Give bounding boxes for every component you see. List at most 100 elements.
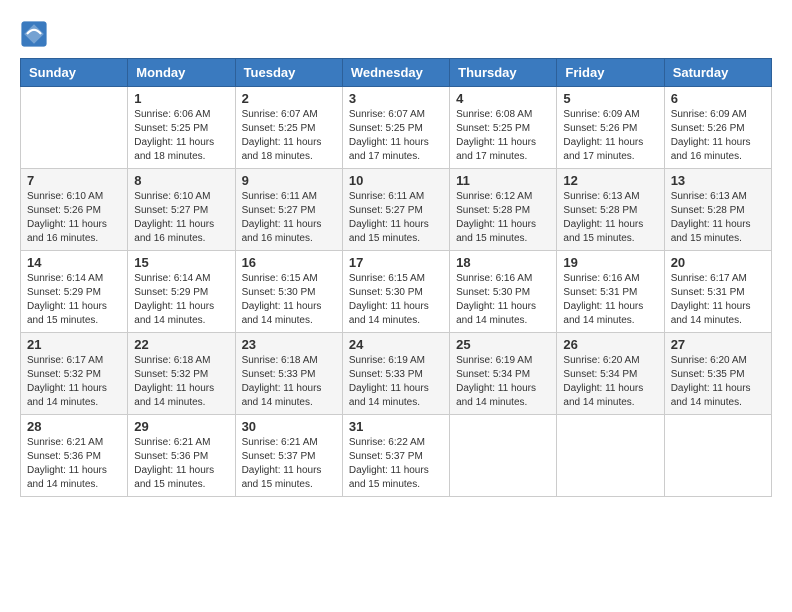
day-number: 31 (349, 419, 443, 434)
calendar-cell: 24Sunrise: 6:19 AMSunset: 5:33 PMDayligh… (342, 333, 449, 415)
calendar-cell: 28 Sunrise: 6:21 AMSunset: 5:36 PMDayligh… (21, 415, 128, 497)
day-number: 22 (134, 337, 228, 352)
page-header (20, 20, 772, 48)
day-number: 9 (242, 173, 336, 188)
day-number: 29 (134, 419, 228, 434)
day-detail: Sunrise: 6:16 AMSunset: 5:31 PMDaylight:… (563, 272, 657, 328)
day-number: 15 (134, 255, 228, 270)
day-header-wednesday: Wednesday (342, 59, 449, 87)
day-detail: Sunrise: 6:16 AMSunset: 5:30 PMDaylight:… (456, 272, 550, 328)
day-detail: Sunrise: 6:17 AMSunset: 5:32 PMDaylight:… (27, 354, 121, 410)
calendar-cell: 22 Sunrise: 6:18 AMSunset: 5:32 PMDayligh… (128, 333, 235, 415)
day-number: 3 (349, 91, 443, 106)
day-number: 4 (456, 91, 550, 106)
calendar-cell: 26Sunrise: 6:20 AMSunset: 5:34 PMDayligh… (557, 333, 664, 415)
day-number: 21 (27, 337, 121, 352)
calendar-table: SundayMondayTuesdayWednesdayThursdayFrid… (20, 58, 772, 497)
day-detail: Sunrise: 6:13 AMSunset: 5:28 PMDaylight:… (563, 190, 657, 246)
day-detail: Sunrise: 6:07 AMSunset: 5:25 PMDaylight:… (242, 108, 336, 164)
day-number: 13 (671, 173, 765, 188)
day-number: 20 (671, 255, 765, 270)
day-number: 5 (563, 91, 657, 106)
day-number: 14 (27, 255, 121, 270)
day-detail: Sunrise: 6:21 AMSunset: 5:36 PMDaylight:… (134, 436, 228, 492)
calendar-cell (664, 415, 771, 497)
calendar-cell: 11 Sunrise: 6:12 AMSunset: 5:28 PMDayligh… (450, 169, 557, 251)
day-detail: Sunrise: 6:17 AMSunset: 5:31 PMDaylight:… (671, 272, 765, 328)
day-number: 28 (27, 419, 121, 434)
calendar-body: 1 Sunrise: 6:06 AMSunset: 5:25 PMDaylight… (21, 87, 772, 497)
calendar-cell (21, 87, 128, 169)
day-number: 27 (671, 337, 765, 352)
day-detail: Sunrise: 6:11 AMSunset: 5:27 PMDaylight:… (242, 190, 336, 246)
day-detail: Sunrise: 6:22 AMSunset: 5:37 PMDaylight:… (349, 436, 443, 492)
day-number: 18 (456, 255, 550, 270)
calendar-cell: 8 Sunrise: 6:10 AMSunset: 5:27 PMDaylight… (128, 169, 235, 251)
day-detail: Sunrise: 6:10 AMSunset: 5:27 PMDaylight:… (134, 190, 228, 246)
calendar-cell: 15 Sunrise: 6:14 AMSunset: 5:29 PMDayligh… (128, 251, 235, 333)
day-detail: Sunrise: 6:19 AMSunset: 5:33 PMDaylight:… (349, 354, 443, 410)
day-detail: Sunrise: 6:14 AMSunset: 5:29 PMDaylight:… (27, 272, 121, 328)
day-detail: Sunrise: 6:10 AMSunset: 5:26 PMDaylight:… (27, 190, 121, 246)
day-number: 8 (134, 173, 228, 188)
calendar-cell: 19 Sunrise: 6:16 AMSunset: 5:31 PMDayligh… (557, 251, 664, 333)
day-header-sunday: Sunday (21, 59, 128, 87)
day-detail: Sunrise: 6:15 AMSunset: 5:30 PMDaylight:… (349, 272, 443, 328)
calendar-cell: 3 Sunrise: 6:07 AMSunset: 5:25 PMDaylight… (342, 87, 449, 169)
calendar-cell: 21 Sunrise: 6:17 AMSunset: 5:32 PMDayligh… (21, 333, 128, 415)
calendar-cell: 30Sunrise: 6:21 AMSunset: 5:37 PMDayligh… (235, 415, 342, 497)
day-detail: Sunrise: 6:19 AMSunset: 5:34 PMDaylight:… (456, 354, 550, 410)
day-number: 19 (563, 255, 657, 270)
day-detail: Sunrise: 6:14 AMSunset: 5:29 PMDaylight:… (134, 272, 228, 328)
calendar-cell: 23Sunrise: 6:18 AMSunset: 5:33 PMDayligh… (235, 333, 342, 415)
logo-icon (20, 20, 48, 48)
calendar-cell (557, 415, 664, 497)
day-number: 16 (242, 255, 336, 270)
day-detail: Sunrise: 6:15 AMSunset: 5:30 PMDaylight:… (242, 272, 336, 328)
calendar-cell: 20 Sunrise: 6:17 AMSunset: 5:31 PMDayligh… (664, 251, 771, 333)
calendar-cell: 14 Sunrise: 6:14 AMSunset: 5:29 PMDayligh… (21, 251, 128, 333)
day-number: 1 (134, 91, 228, 106)
day-header-friday: Friday (557, 59, 664, 87)
day-detail: Sunrise: 6:06 AMSunset: 5:25 PMDaylight:… (134, 108, 228, 164)
day-number: 7 (27, 173, 121, 188)
day-header-saturday: Saturday (664, 59, 771, 87)
day-header-tuesday: Tuesday (235, 59, 342, 87)
day-number: 10 (349, 173, 443, 188)
day-number: 23 (242, 337, 336, 352)
day-detail: Sunrise: 6:13 AMSunset: 5:28 PMDaylight:… (671, 190, 765, 246)
day-number: 17 (349, 255, 443, 270)
calendar-cell: 4 Sunrise: 6:08 AMSunset: 5:25 PMDaylight… (450, 87, 557, 169)
day-detail: Sunrise: 6:12 AMSunset: 5:28 PMDaylight:… (456, 190, 550, 246)
calendar-cell: 13 Sunrise: 6:13 AMSunset: 5:28 PMDayligh… (664, 169, 771, 251)
calendar-cell: 10Sunrise: 6:11 AMSunset: 5:27 PMDayligh… (342, 169, 449, 251)
calendar-cell: 2 Sunrise: 6:07 AMSunset: 5:25 PMDaylight… (235, 87, 342, 169)
day-detail: Sunrise: 6:21 AMSunset: 5:36 PMDaylight:… (27, 436, 121, 492)
calendar-week-4: 21 Sunrise: 6:17 AMSunset: 5:32 PMDayligh… (21, 333, 772, 415)
day-detail: Sunrise: 6:09 AMSunset: 5:26 PMDaylight:… (671, 108, 765, 164)
day-detail: Sunrise: 6:18 AMSunset: 5:32 PMDaylight:… (134, 354, 228, 410)
day-header-monday: Monday (128, 59, 235, 87)
calendar-cell: 29 Sunrise: 6:21 AMSunset: 5:36 PMDayligh… (128, 415, 235, 497)
day-detail: Sunrise: 6:07 AMSunset: 5:25 PMDaylight:… (349, 108, 443, 164)
calendar-cell: 7 Sunrise: 6:10 AMSunset: 5:26 PMDaylight… (21, 169, 128, 251)
calendar-cell: 31 Sunrise: 6:22 AMSunset: 5:37 PMDayligh… (342, 415, 449, 497)
calendar-cell: 1 Sunrise: 6:06 AMSunset: 5:25 PMDaylight… (128, 87, 235, 169)
day-number: 6 (671, 91, 765, 106)
day-detail: Sunrise: 6:20 AMSunset: 5:35 PMDaylight:… (671, 354, 765, 410)
calendar-cell: 17 Sunrise: 6:15 AMSunset: 5:30 PMDayligh… (342, 251, 449, 333)
calendar-header: SundayMondayTuesdayWednesdayThursdayFrid… (21, 59, 772, 87)
calendar-cell: 12Sunrise: 6:13 AMSunset: 5:28 PMDayligh… (557, 169, 664, 251)
calendar-cell (450, 415, 557, 497)
day-number: 2 (242, 91, 336, 106)
calendar-cell: 5 Sunrise: 6:09 AMSunset: 5:26 PMDaylight… (557, 87, 664, 169)
day-detail: Sunrise: 6:08 AMSunset: 5:25 PMDaylight:… (456, 108, 550, 164)
day-detail: Sunrise: 6:09 AMSunset: 5:26 PMDaylight:… (563, 108, 657, 164)
calendar-week-1: 1 Sunrise: 6:06 AMSunset: 5:25 PMDaylight… (21, 87, 772, 169)
day-header-thursday: Thursday (450, 59, 557, 87)
header-row: SundayMondayTuesdayWednesdayThursdayFrid… (21, 59, 772, 87)
day-number: 11 (456, 173, 550, 188)
calendar-week-5: 28 Sunrise: 6:21 AMSunset: 5:36 PMDayligh… (21, 415, 772, 497)
calendar-cell: 6 Sunrise: 6:09 AMSunset: 5:26 PMDaylight… (664, 87, 771, 169)
calendar-week-3: 14 Sunrise: 6:14 AMSunset: 5:29 PMDayligh… (21, 251, 772, 333)
